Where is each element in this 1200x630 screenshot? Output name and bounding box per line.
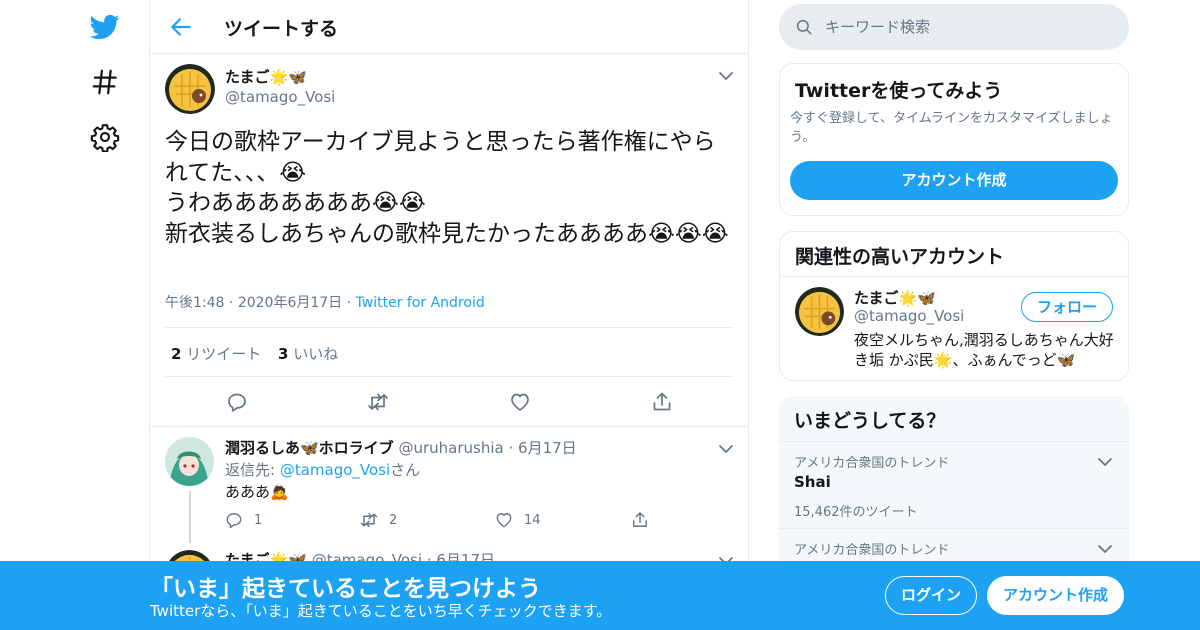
back-arrow-icon[interactable] bbox=[168, 14, 194, 40]
reply-icon[interactable] bbox=[225, 390, 249, 414]
like-action[interactable]: 14 bbox=[494, 510, 541, 530]
trend-count: 15,462件のツイート bbox=[794, 505, 918, 520]
avatar[interactable] bbox=[165, 437, 214, 486]
retweet-icon[interactable] bbox=[366, 390, 390, 414]
reply-author-handle[interactable]: @uruharushia bbox=[398, 439, 503, 457]
replying-to-prefix: 返信先: bbox=[225, 461, 280, 479]
left-nav bbox=[0, 0, 150, 630]
signup-banner: 「いま」起きていることを見つけよう Twitterなら、「いま」起きていることを… bbox=[0, 561, 1200, 630]
right-sidebar: Twitterを使ってみよう 今すぐ登録して、タイムラインをカスタマイズしましょ… bbox=[779, 0, 1129, 630]
reply-text: あああ🙇 bbox=[225, 483, 289, 501]
share-action[interactable] bbox=[630, 510, 650, 530]
retweet-number: 2 bbox=[171, 345, 182, 363]
tweet-time[interactable]: 午後1:48 bbox=[165, 295, 224, 311]
heart-icon[interactable] bbox=[508, 390, 532, 414]
related-account-handle[interactable]: @tamago_Vosi bbox=[854, 307, 964, 325]
page-title: ツイートする bbox=[224, 18, 339, 40]
like-count[interactable]: 3 いいね bbox=[278, 343, 338, 364]
gear-icon[interactable] bbox=[90, 122, 120, 152]
reply-header: 潤羽るしあ🦋ホロライブ @uruharushia · 6月17日 bbox=[225, 439, 577, 457]
page-header: ツイートする bbox=[150, 0, 748, 54]
like-label: いいね bbox=[293, 345, 339, 363]
author-name[interactable]: たまご🌟🦋 bbox=[225, 66, 307, 87]
related-account-bio: 夜空メルちゃん,潤羽るしあちゃん大好き垢 かぷ民🌟、ふぁんでっど🦋 bbox=[854, 331, 1114, 369]
related-accounts-card: 関連性の高いアカウント たまご🌟🦋 @tamago_Vosi フォロー 夜空メル… bbox=[779, 231, 1129, 381]
divider bbox=[780, 276, 1128, 277]
trend-item[interactable]: アメリカ合衆国のトレンド Shai 15,462件のツイート bbox=[779, 441, 1129, 528]
signup-card: Twitterを使ってみよう 今すぐ登録して、タイムラインをカスタマイズしましょ… bbox=[779, 63, 1129, 216]
thread-line bbox=[189, 491, 191, 543]
retweet-label: リツイート bbox=[186, 345, 262, 363]
replying-to-suffix: さん bbox=[390, 461, 421, 479]
related-accounts-title: 関連性の高いアカウント bbox=[795, 246, 1005, 268]
trends-title: いまどうしてる？ bbox=[794, 410, 946, 432]
banner-subtitle: Twitterなら、「いま」起きていることをいち早くチェックできます。 bbox=[150, 602, 612, 620]
chevron-down-icon[interactable] bbox=[1097, 541, 1113, 557]
tweet-stats: 2 リツイート 3 いいね bbox=[165, 327, 733, 377]
retweet-count: 2 bbox=[389, 512, 398, 528]
avatar[interactable] bbox=[165, 64, 215, 114]
search-input[interactable] bbox=[825, 4, 1115, 50]
share-icon bbox=[633, 512, 647, 527]
reply-author-name[interactable]: 潤羽るしあ🦋ホロライブ bbox=[225, 439, 394, 457]
tweet-source-link[interactable]: Twitter for Android bbox=[356, 295, 485, 311]
author-handle[interactable]: @tamago_Vosi bbox=[225, 88, 335, 106]
tweet-meta: 午後1:48 · 2020年6月17日 · Twitter for Androi… bbox=[165, 295, 485, 311]
signup-card-description: 今すぐ登録して、タイムラインをカスタマイズしましょう。 bbox=[790, 111, 1113, 145]
follow-button[interactable]: フォロー bbox=[1021, 292, 1113, 322]
search-icon bbox=[795, 18, 813, 36]
chevron-down-icon[interactable] bbox=[718, 441, 734, 457]
trend-context: アメリカ合衆国のトレンド bbox=[794, 543, 950, 558]
search-box[interactable] bbox=[779, 4, 1129, 50]
related-account-name[interactable]: たまご🌟🦋 bbox=[854, 287, 936, 308]
replying-to-link[interactable]: @tamago_Vosi bbox=[280, 461, 390, 479]
like-number: 3 bbox=[278, 345, 289, 363]
create-account-button[interactable]: アカウント作成 bbox=[790, 161, 1118, 200]
banner-title: 「いま」起きていることを見つけよう bbox=[150, 576, 541, 602]
replying-to: 返信先: @tamago_Vosiさん bbox=[225, 459, 420, 480]
chevron-down-icon[interactable] bbox=[718, 68, 734, 84]
retweet-icon bbox=[360, 513, 378, 527]
twitter-bird-icon[interactable] bbox=[90, 12, 120, 42]
retweet-action[interactable]: 2 bbox=[359, 510, 397, 530]
main-tweet: たまご🌟🦋 @tamago_Vosi 今日の歌枠アーカイブ見ようと思ったら著作権… bbox=[150, 54, 748, 427]
reply-action[interactable]: 1 bbox=[224, 510, 262, 530]
reply-date[interactable]: 6月17日 bbox=[518, 439, 577, 457]
retweet-count[interactable]: 2 リツイート bbox=[171, 343, 261, 364]
reply-icon bbox=[226, 513, 242, 529]
chevron-down-icon[interactable] bbox=[1097, 454, 1113, 470]
hashtag-icon[interactable] bbox=[90, 67, 120, 97]
create-account-button[interactable]: アカウント作成 bbox=[987, 576, 1124, 615]
share-icon[interactable] bbox=[650, 390, 674, 414]
trend-context: アメリカ合衆国のトレンド bbox=[794, 456, 950, 471]
main-column: ツイートする たまご🌟🦋 @tamago_Vosi 今日の歌枠アーカイブ見ようと… bbox=[149, 0, 749, 630]
trend-name: Shai bbox=[794, 473, 831, 491]
login-button[interactable]: ログイン bbox=[885, 576, 977, 615]
reply-tweet[interactable]: 潤羽るしあ🦋ホロライブ @uruharushia · 6月17日 返信先: @t… bbox=[150, 427, 748, 547]
tweet-text: 今日の歌枠アーカイブ見ようと思ったら著作権にやられてた、、、😭 うわああああああ… bbox=[165, 129, 729, 247]
like-count: 14 bbox=[524, 512, 541, 528]
reply-count: 1 bbox=[254, 512, 263, 528]
avatar[interactable] bbox=[795, 287, 844, 336]
signup-card-title: Twitterを使ってみよう bbox=[795, 80, 1003, 102]
tweet-date[interactable]: 2020年6月17日 bbox=[238, 295, 342, 311]
heart-icon bbox=[496, 513, 512, 528]
